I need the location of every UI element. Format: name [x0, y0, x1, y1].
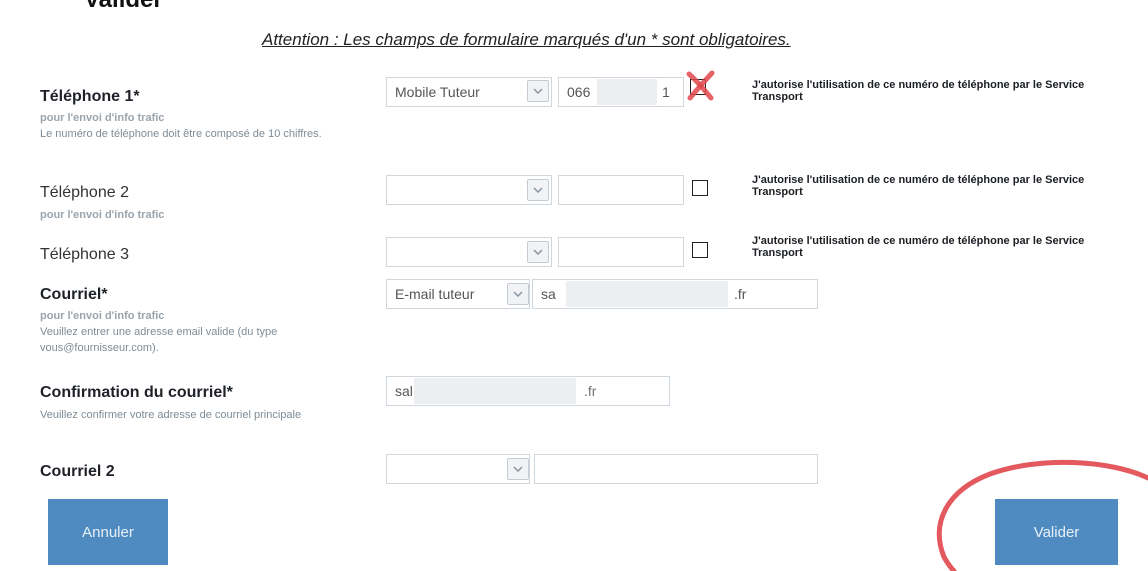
phone3-consent-checkbox[interactable] — [692, 242, 708, 258]
email-type-value: E-mail tuteur — [395, 286, 475, 302]
phone2-consent-checkbox[interactable] — [692, 180, 708, 196]
mandatory-notice: Attention : Les champs de formulaire mar… — [262, 30, 791, 49]
phone1-redaction — [597, 79, 657, 105]
email-hint-bold: pour l'envoi d'info trafic — [40, 310, 165, 322]
phone1-consent-checkbox[interactable] — [686, 70, 716, 101]
cancel-button[interactable]: Annuler — [48, 499, 168, 565]
phone1-hint-text: Le numéro de téléphone doit être composé… — [40, 128, 322, 140]
phone1-hint: pour l'envoi d'info trafic Le numéro de … — [40, 110, 370, 142]
email-label: Courriel* — [40, 286, 108, 303]
phone2-type-chevron-down-icon[interactable] — [527, 179, 549, 201]
phone2-hint-bold: pour l'envoi d'info trafic — [40, 209, 165, 221]
phone2-hint: pour l'envoi d'info trafic — [40, 207, 370, 223]
email-value-suffix: .fr — [734, 286, 747, 302]
email-confirm-value-suffix: .fr — [584, 383, 597, 399]
phone1-number-prefix: 066 — [567, 84, 591, 100]
email2-type-chevron-down-icon[interactable] — [507, 458, 529, 480]
phone1-type-chevron-down-icon[interactable] — [527, 80, 549, 102]
email-confirm-label: Confirmation du courriel* — [40, 384, 233, 401]
red-circle-annotation — [936, 459, 1148, 571]
phone3-label: Téléphone 3 — [40, 246, 129, 263]
phone1-hint-bold: pour l'envoi d'info trafic — [40, 112, 165, 124]
email-hint-text: Veuillez entrer une adresse email valide… — [40, 326, 278, 354]
phone1-type-value: Mobile Tuteur — [395, 84, 480, 100]
email-confirm-hint: Veuillez confirmer votre adresse de cour… — [40, 409, 302, 421]
email-value-prefix: sa — [541, 286, 556, 302]
email2-input[interactable] — [534, 454, 818, 484]
email-confirm-value-prefix: sal — [395, 383, 413, 399]
phone2-label: Téléphone 2 — [40, 184, 129, 201]
email-redaction — [566, 281, 728, 307]
phone1-consent-text: J'autorise l'utilisation de ce numéro de… — [752, 79, 1085, 103]
email2-label: Courriel 2 — [40, 463, 115, 480]
email-confirm-redaction — [414, 378, 576, 404]
email-type-chevron-down-icon[interactable] — [507, 283, 529, 305]
phone1-label: Téléphone 1* — [40, 88, 140, 105]
email-hint: pour l'envoi d'info trafic Veuillez entr… — [40, 308, 370, 356]
page-title: Valider — [84, 0, 163, 14]
phone3-type-chevron-down-icon[interactable] — [527, 241, 549, 263]
phone1-number-suffix: 1 — [662, 84, 670, 100]
phone3-number-input[interactable] — [558, 237, 684, 267]
phone2-number-input[interactable] — [558, 175, 684, 205]
phone2-consent-text: J'autorise l'utilisation de ce numéro de… — [752, 174, 1085, 198]
red-cross-icon — [686, 70, 715, 101]
phone3-consent-text: J'autorise l'utilisation de ce numéro de… — [752, 235, 1085, 259]
